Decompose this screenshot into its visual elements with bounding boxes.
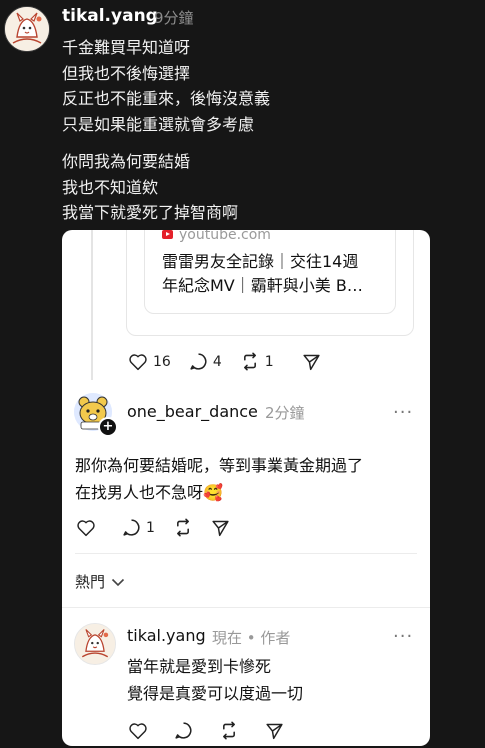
youtube-icon xyxy=(162,230,173,239)
heart-icon xyxy=(77,519,95,536)
post-body: 千金難買早知道呀 但我也不後悔選擇 反正也不能重來，後悔沒意義 只是如果能重選就… xyxy=(62,35,270,226)
reply-body: 當年就是愛到卡慘死 覺得是真愛可以度過一切 xyxy=(127,653,303,707)
avatar[interactable] xyxy=(74,623,116,665)
share-button[interactable] xyxy=(302,353,321,371)
comment-button[interactable] xyxy=(174,721,193,740)
reply-username[interactable]: tikal.yang xyxy=(127,626,206,645)
post-line: 但我也不後悔選擇 xyxy=(62,63,191,83)
post-timestamp: 9分鐘 xyxy=(154,9,194,27)
more-options-icon[interactable]: ··· xyxy=(393,402,413,423)
like-count: 16 xyxy=(153,353,171,370)
avatar[interactable] xyxy=(4,6,50,52)
comment-button[interactable]: 4 xyxy=(189,352,222,371)
send-icon xyxy=(212,520,229,536)
share-button[interactable] xyxy=(265,722,284,740)
repost-icon xyxy=(176,518,189,537)
comment-count: 4 xyxy=(212,353,222,370)
like-button[interactable]: 16 xyxy=(128,353,171,371)
comment-icon xyxy=(190,353,207,370)
comment-timestamp: 2分鐘 xyxy=(265,404,305,422)
post-line: 反正也不能重來，後悔沒意義 xyxy=(62,89,271,108)
post-username[interactable]: tikal.yang xyxy=(62,6,158,26)
reply-meta: 現在 • 作者 xyxy=(212,629,291,647)
comment-action-bar: 1 xyxy=(76,518,248,537)
comment-body: 那你為何要結婚呢，等到事業黃金期過了 在找男人也不急呀🥰 xyxy=(75,452,415,506)
divider xyxy=(75,553,417,554)
avatar[interactable]: + xyxy=(74,393,118,437)
comment-count: 1 xyxy=(146,519,155,536)
heart-icon xyxy=(129,722,147,739)
link-title-line: 雷雷男友全記錄｜交往14週 xyxy=(162,252,359,271)
reply-line: 覺得是真愛可以度過一切 xyxy=(127,684,304,703)
comment-icon xyxy=(123,519,140,536)
embedded-screenshot[interactable]: youtube.com 雷雷男友全記錄｜交往14週 年紀念MV｜霸軒與小美 B…… xyxy=(62,230,430,746)
comment-button[interactable]: 1 xyxy=(122,518,155,537)
divider xyxy=(62,607,430,608)
quoted-action-bar: 16 4 1 xyxy=(128,352,339,371)
repost-button[interactable] xyxy=(219,721,239,740)
thread-line xyxy=(91,230,93,380)
like-button[interactable] xyxy=(128,722,148,740)
more-options-icon[interactable]: ··· xyxy=(393,626,413,647)
chevron-down-icon xyxy=(111,578,125,586)
repost-icon xyxy=(223,721,235,740)
post-line: 千金難買早知道呀 xyxy=(62,38,191,57)
repost-button[interactable] xyxy=(173,518,193,537)
comment-username[interactable]: one_bear_dance xyxy=(127,402,258,421)
repost-count: 1 xyxy=(264,353,274,370)
like-button[interactable] xyxy=(76,519,96,537)
comment-line: 那你為何要結婚呢，等到事業黃金期過了 xyxy=(75,456,364,475)
post-line: 我也不知道欸 xyxy=(62,177,159,197)
post-line: 你問我為何要結婚 xyxy=(62,152,191,171)
share-button[interactable] xyxy=(211,519,230,537)
repost-button[interactable]: 1 xyxy=(240,352,274,371)
post-line: 只是如果能重選就會多考慮 xyxy=(62,114,255,134)
reply-action-bar xyxy=(128,721,302,740)
comment-icon xyxy=(175,722,192,739)
link-title[interactable]: 雷雷男友全記錄｜交往14週 年紀念MV｜霸軒與小美 B… xyxy=(162,250,382,298)
post-line: 我當下就愛死了掉智商啊 xyxy=(62,203,239,222)
avatar-illustration xyxy=(75,624,115,664)
comment-line: 在找男人也不急呀🥰 xyxy=(75,483,223,502)
link-title-line: 年紀念MV｜霸軒與小美 B… xyxy=(162,276,363,295)
send-icon xyxy=(266,723,283,739)
sort-label: 熱門 xyxy=(75,573,106,591)
heart-icon xyxy=(129,353,147,370)
send-icon xyxy=(303,354,320,370)
follow-plus-icon[interactable]: + xyxy=(98,417,118,437)
sort-dropdown[interactable]: 熱門 xyxy=(75,571,125,592)
link-domain: youtube.com xyxy=(179,230,271,243)
reply-line: 當年就是愛到卡慘死 xyxy=(127,657,272,676)
avatar-illustration xyxy=(5,7,49,51)
repost-icon xyxy=(243,352,256,371)
